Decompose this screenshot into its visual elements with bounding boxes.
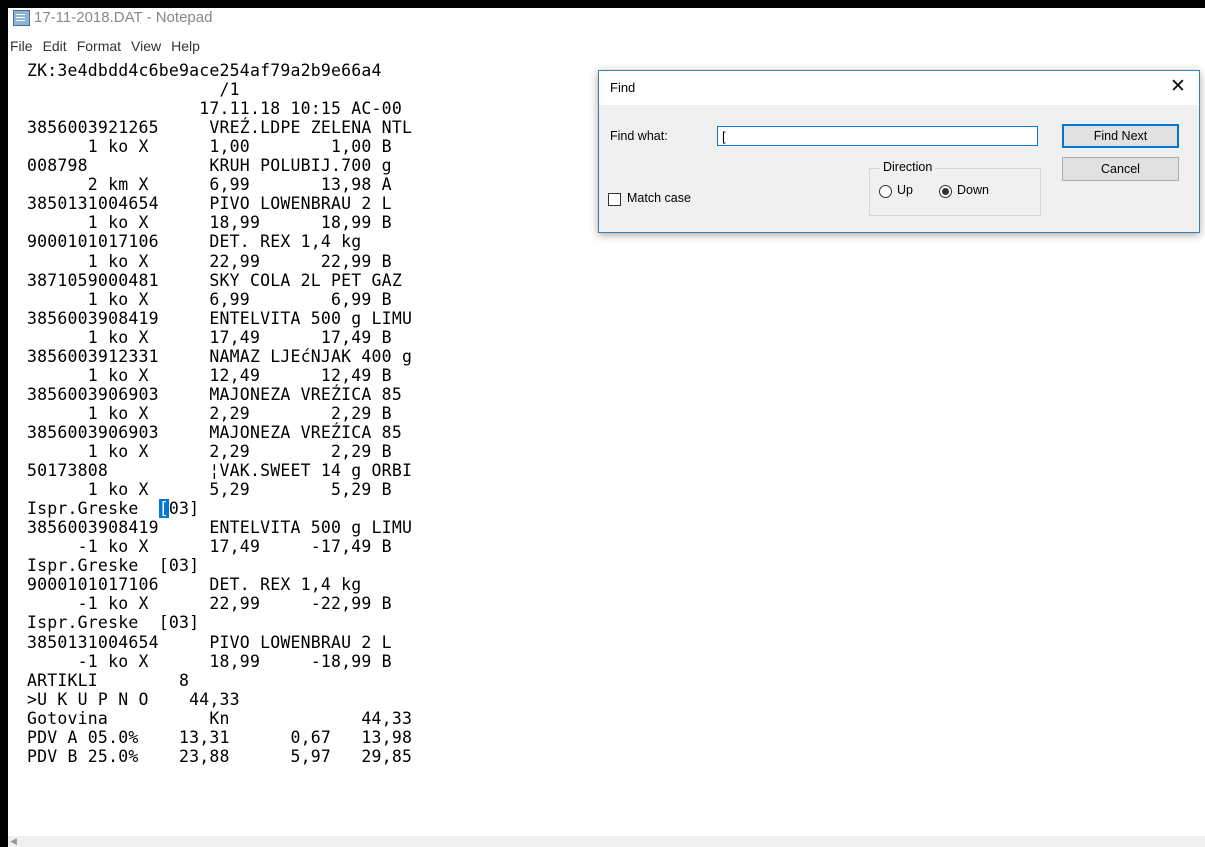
menu-format[interactable]: Format: [77, 36, 131, 56]
text-line: ARTIKLI 8: [27, 670, 190, 690]
direction-down-radio[interactable]: [939, 185, 952, 198]
text-line: Ispr.Greske [03]: [27, 499, 200, 519]
find-what-input[interactable]: [717, 126, 1038, 146]
text-line: 1 ko X 1,00 1,00 B: [27, 137, 392, 157]
find-next-button[interactable]: Find Next: [1062, 124, 1179, 148]
find-dialog-title: Find: [610, 80, 636, 95]
text-line: 008798 KRUH POLUBIJ.700 g: [27, 156, 392, 176]
text-line: 1 ko X 5,29 5,29 B: [27, 480, 392, 500]
notepad-icon: [13, 10, 30, 26]
horizontal-scrollbar[interactable]: ◀: [8, 836, 1205, 847]
scroll-left-icon[interactable]: ◀: [10, 836, 17, 847]
cancel-button[interactable]: Cancel: [1062, 157, 1179, 181]
text-line: 1 ko X 2,29 2,29 B: [27, 403, 392, 423]
text-line: PDV A 05.0% 13,31 0,67 13,98: [27, 727, 413, 747]
line-text-after-selection: 03]: [168, 499, 200, 519]
text-line: 3850131004654 PIVO LOWENBRAU 2 L: [27, 632, 392, 652]
notepad-window: 17-11-2018.DAT - Notepad File Edit Forma…: [8, 8, 1205, 847]
title-bar: 17-11-2018.DAT - Notepad: [8, 8, 1205, 34]
text-line: 3856003921265 VREŹ.LDPE ZELENA NTL: [27, 118, 413, 138]
text-line: 9000101017106 DET. REX 1,4 kg: [27, 575, 362, 595]
direction-up-label[interactable]: Up: [897, 183, 913, 197]
match-case-label[interactable]: Match case: [627, 191, 691, 205]
menu-edit[interactable]: Edit: [43, 36, 77, 56]
direction-down-label[interactable]: Down: [957, 183, 989, 197]
find-what-label: Find what:: [610, 129, 668, 143]
text-line: Ispr.Greske [03]: [27, 556, 200, 576]
line-text-before-selection: Ispr.Greske: [27, 499, 159, 519]
text-line: 50173808 ¦VAK.SWEET 14 g ORBI: [27, 461, 413, 481]
text-line: 1 ko X 12,49 12,49 B: [27, 365, 392, 385]
find-what-label-text: Find what:: [610, 129, 668, 143]
text-line: 1 ko X 17,49 17,49 B: [27, 327, 392, 347]
text-line: -1 ko X 17,49 -17,49 B: [27, 537, 392, 557]
text-line: 3856003906903 MAJONEZA VREŹICA 85: [27, 384, 402, 404]
text-line: 1 ko X 22,99 22,99 B: [27, 251, 392, 271]
direction-up-radio[interactable]: [879, 185, 892, 198]
find-dialog: Find ✕ Find what: Find Next Cancel Direc…: [598, 70, 1200, 233]
text-line: 2 km X 6,99 13,98 A: [27, 175, 392, 195]
menu-help[interactable]: Help: [171, 36, 210, 56]
direction-label: Direction: [880, 160, 936, 174]
text-line: PDV B 25.0% 23,88 5,97 29,85: [27, 746, 413, 766]
text-line: 1 ko X 18,99 18,99 B: [27, 213, 392, 233]
text-line: >U K U P N O 44,33: [27, 689, 240, 709]
text-line: 3856003908419 ENTELVITA 500 g LIMU: [27, 518, 413, 538]
menu-view[interactable]: View: [131, 36, 171, 56]
text-line: ZK:3e4dbdd4c6be9ace254af79a2b9e66a4: [27, 61, 382, 80]
menu-file[interactable]: File: [10, 36, 43, 56]
menu-bar: File Edit Format View Help: [8, 36, 1205, 56]
direction-group: Direction Up Down: [869, 160, 1041, 216]
text-line: 3871059000481 SKY COLA 2L PET GAZ: [27, 270, 402, 290]
text-line: 9000101017106 DET. REX 1,4 kg: [27, 232, 362, 252]
window-title: 17-11-2018.DAT - Notepad: [34, 9, 213, 26]
text-line: -1 ko X 22,99 -22,99 B: [27, 594, 392, 614]
text-line: Ispr.Greske [03]: [27, 613, 200, 633]
text-line: 3850131004654 PIVO LOWENBRAU 2 L: [27, 194, 392, 214]
text-line: /1: [27, 80, 240, 100]
selected-text: [: [158, 499, 169, 519]
find-dialog-title-bar: Find ✕: [599, 71, 1199, 105]
text-line: 3856003912331 NAMAZ LJEćNJAK 400 g: [27, 346, 413, 366]
text-line: 3856003908419 ENTELVITA 500 g LIMU: [27, 308, 413, 328]
text-line: Gotovina Kn 44,33: [27, 708, 413, 728]
text-line: 17.11.18 10:15 AC-00: [27, 99, 402, 119]
text-line: -1 ko X 18,99 -18,99 B: [27, 651, 392, 671]
text-line: 1 ko X 6,99 6,99 B: [27, 289, 392, 309]
match-case-checkbox[interactable]: [608, 193, 621, 206]
text-line: 1 ko X 2,29 2,29 B: [27, 442, 392, 461]
text-line: 3856003906903 MAJONEZA VREŹICA 85: [27, 422, 402, 442]
close-icon[interactable]: ✕: [1165, 74, 1191, 100]
